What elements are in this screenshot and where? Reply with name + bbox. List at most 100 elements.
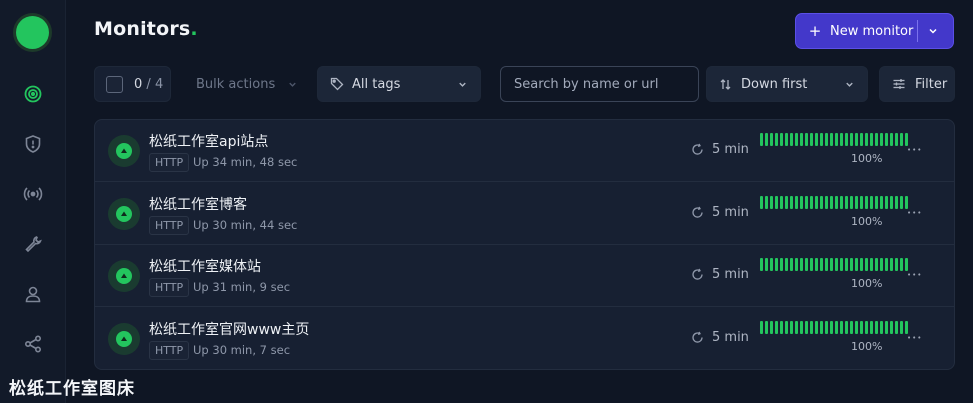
refresh-icon — [692, 331, 703, 343]
heartbeat-bar — [900, 133, 903, 146]
heartbeat-bar — [770, 320, 773, 334]
heartbeat-bar — [815, 195, 818, 209]
chevron-down-icon — [846, 82, 853, 87]
heartbeat-bar — [875, 258, 878, 271]
main-content: Monitors. + New monitor 0 / 4 Bulk actio… — [66, 0, 973, 403]
bulk-actions-label: Bulk actions — [196, 76, 276, 92]
heartbeat-bar — [805, 258, 808, 271]
heartbeat-bar — [810, 133, 813, 146]
heartbeat-bar — [900, 195, 903, 209]
uptime-duration: Up 30 min, 7 sec — [193, 342, 291, 357]
search-box — [500, 66, 699, 102]
heartbeat-bar — [820, 258, 823, 271]
heartbeat-bar — [895, 258, 898, 271]
select-all-checkbox[interactable] — [106, 75, 123, 93]
heartbeat-bar — [870, 195, 873, 209]
monitor-row[interactable]: 松纸工作室官网www主页 HTTP Up 30 min, 7 sec 5 min 100… — [95, 308, 954, 370]
more-options-icon[interactable]: ••• — [907, 334, 921, 348]
heartbeat-bar — [870, 258, 873, 271]
integrations-icon[interactable] — [21, 332, 45, 356]
heartbeat-bar — [900, 320, 903, 334]
tag-icon — [330, 77, 344, 91]
heartbeat-bar — [835, 320, 838, 334]
sort-dropdown[interactable]: Down first — [706, 66, 868, 102]
heartbeat-bar — [760, 195, 763, 209]
sort-arrows-icon — [720, 78, 731, 90]
broadcast-icon[interactable] — [21, 182, 45, 206]
count-separator: / — [142, 76, 155, 92]
heartbeat-bar — [800, 258, 803, 271]
new-monitor-button[interactable]: + New monitor — [795, 13, 954, 49]
wrench-icon[interactable] — [21, 232, 45, 256]
heartbeat-bar — [795, 320, 798, 334]
monitor-type-badge: HTTP — [149, 278, 190, 297]
heartbeat-bar — [825, 133, 828, 146]
heartbeat-bar — [790, 258, 793, 271]
search-input[interactable] — [501, 67, 698, 101]
heartbeat-bar — [780, 195, 783, 209]
heartbeat-bar — [765, 195, 768, 209]
heartbeat-bar — [875, 133, 878, 146]
more-options-icon[interactable]: ••• — [907, 209, 921, 223]
monitor-name[interactable]: 松纸工作室官网www主页 — [149, 319, 309, 339]
heartbeat-bar — [780, 258, 783, 271]
monitor-name[interactable]: 松纸工作室博客 — [149, 194, 247, 214]
uptime-duration: Up 34 min, 48 sec — [193, 155, 298, 169]
chevron-down-icon[interactable] — [927, 25, 939, 37]
heartbeat-bar — [845, 133, 848, 146]
monitor-list: 松纸工作室api站点 HTTP Up 34 min, 48 sec 5 min 100%… — [94, 119, 955, 370]
check-interval: 5 min — [691, 330, 749, 345]
interval-label: 5 min — [712, 267, 749, 282]
more-options-icon[interactable]: ••• — [907, 146, 921, 160]
heartbeat-bar — [905, 258, 908, 271]
heartbeat-bar — [855, 133, 858, 146]
up-arrow-icon — [116, 143, 132, 159]
uptime-percentage: 100% — [851, 277, 883, 290]
more-options-icon[interactable]: ••• — [907, 271, 921, 285]
watermark: 松纸工作室图床 — [9, 379, 135, 399]
heartbeat-bar — [815, 258, 818, 271]
monitor-target-icon[interactable] — [21, 82, 45, 106]
heartbeat-bar — [805, 195, 808, 209]
heartbeat-bar — [865, 133, 868, 146]
heartbeat-bar — [860, 133, 863, 146]
heartbeat-bar — [770, 133, 773, 146]
heartbeat-bar — [880, 195, 883, 209]
heartbeat-bar — [865, 195, 868, 209]
incident-shield-icon[interactable] — [21, 132, 45, 156]
app-logo[interactable] — [16, 16, 49, 49]
heartbeat-bar — [875, 320, 878, 334]
monitor-row[interactable]: 松纸工作室博客 HTTP Up 30 min, 44 sec 5 min 100% ••• — [95, 183, 954, 245]
monitor-name[interactable]: 松纸工作室媒体站 — [149, 256, 261, 276]
heartbeat-bar — [875, 195, 878, 209]
status-indicator — [108, 135, 140, 167]
monitor-type-badge: HTTP — [149, 215, 190, 235]
monitor-row[interactable]: 松纸工作室api站点 HTTP Up 34 min, 48 sec 5 min 100%… — [95, 120, 954, 182]
heartbeat-bar — [890, 320, 893, 334]
bulk-actions-dropdown[interactable]: Bulk actions — [176, 66, 309, 102]
heartbeat-bar — [795, 258, 798, 271]
user-icon[interactable] — [21, 282, 45, 306]
monitor-type-badge: HTTP — [149, 153, 190, 172]
heartbeat-bar — [800, 195, 803, 209]
button-divider — [917, 20, 918, 42]
monitor-row[interactable]: 松纸工作室媒体站 HTTP Up 31 min, 9 sec 5 min 100% ••• — [95, 245, 954, 307]
heartbeat-bar — [905, 195, 908, 209]
heartbeat-bar — [855, 320, 858, 334]
heartbeat-bar — [775, 258, 778, 271]
selection-count: 0 / 4 — [134, 76, 164, 92]
filter-button[interactable]: Filter — [879, 66, 955, 102]
check-interval: 5 min — [691, 205, 749, 220]
heartbeat-bar — [835, 258, 838, 271]
heartbeat-bar — [785, 195, 788, 209]
heartbeat-bar — [820, 133, 823, 146]
heartbeat-bar — [850, 195, 853, 209]
tags-dropdown[interactable]: All tags — [317, 66, 481, 102]
heartbeat-bar — [865, 258, 868, 271]
monitor-name[interactable]: 松纸工作室api站点 — [149, 131, 268, 151]
new-monitor-label: New monitor — [830, 23, 914, 39]
refresh-icon — [692, 143, 703, 155]
heartbeat-bar — [865, 320, 868, 334]
status-indicator — [108, 322, 140, 355]
heartbeat-bar — [840, 258, 843, 271]
